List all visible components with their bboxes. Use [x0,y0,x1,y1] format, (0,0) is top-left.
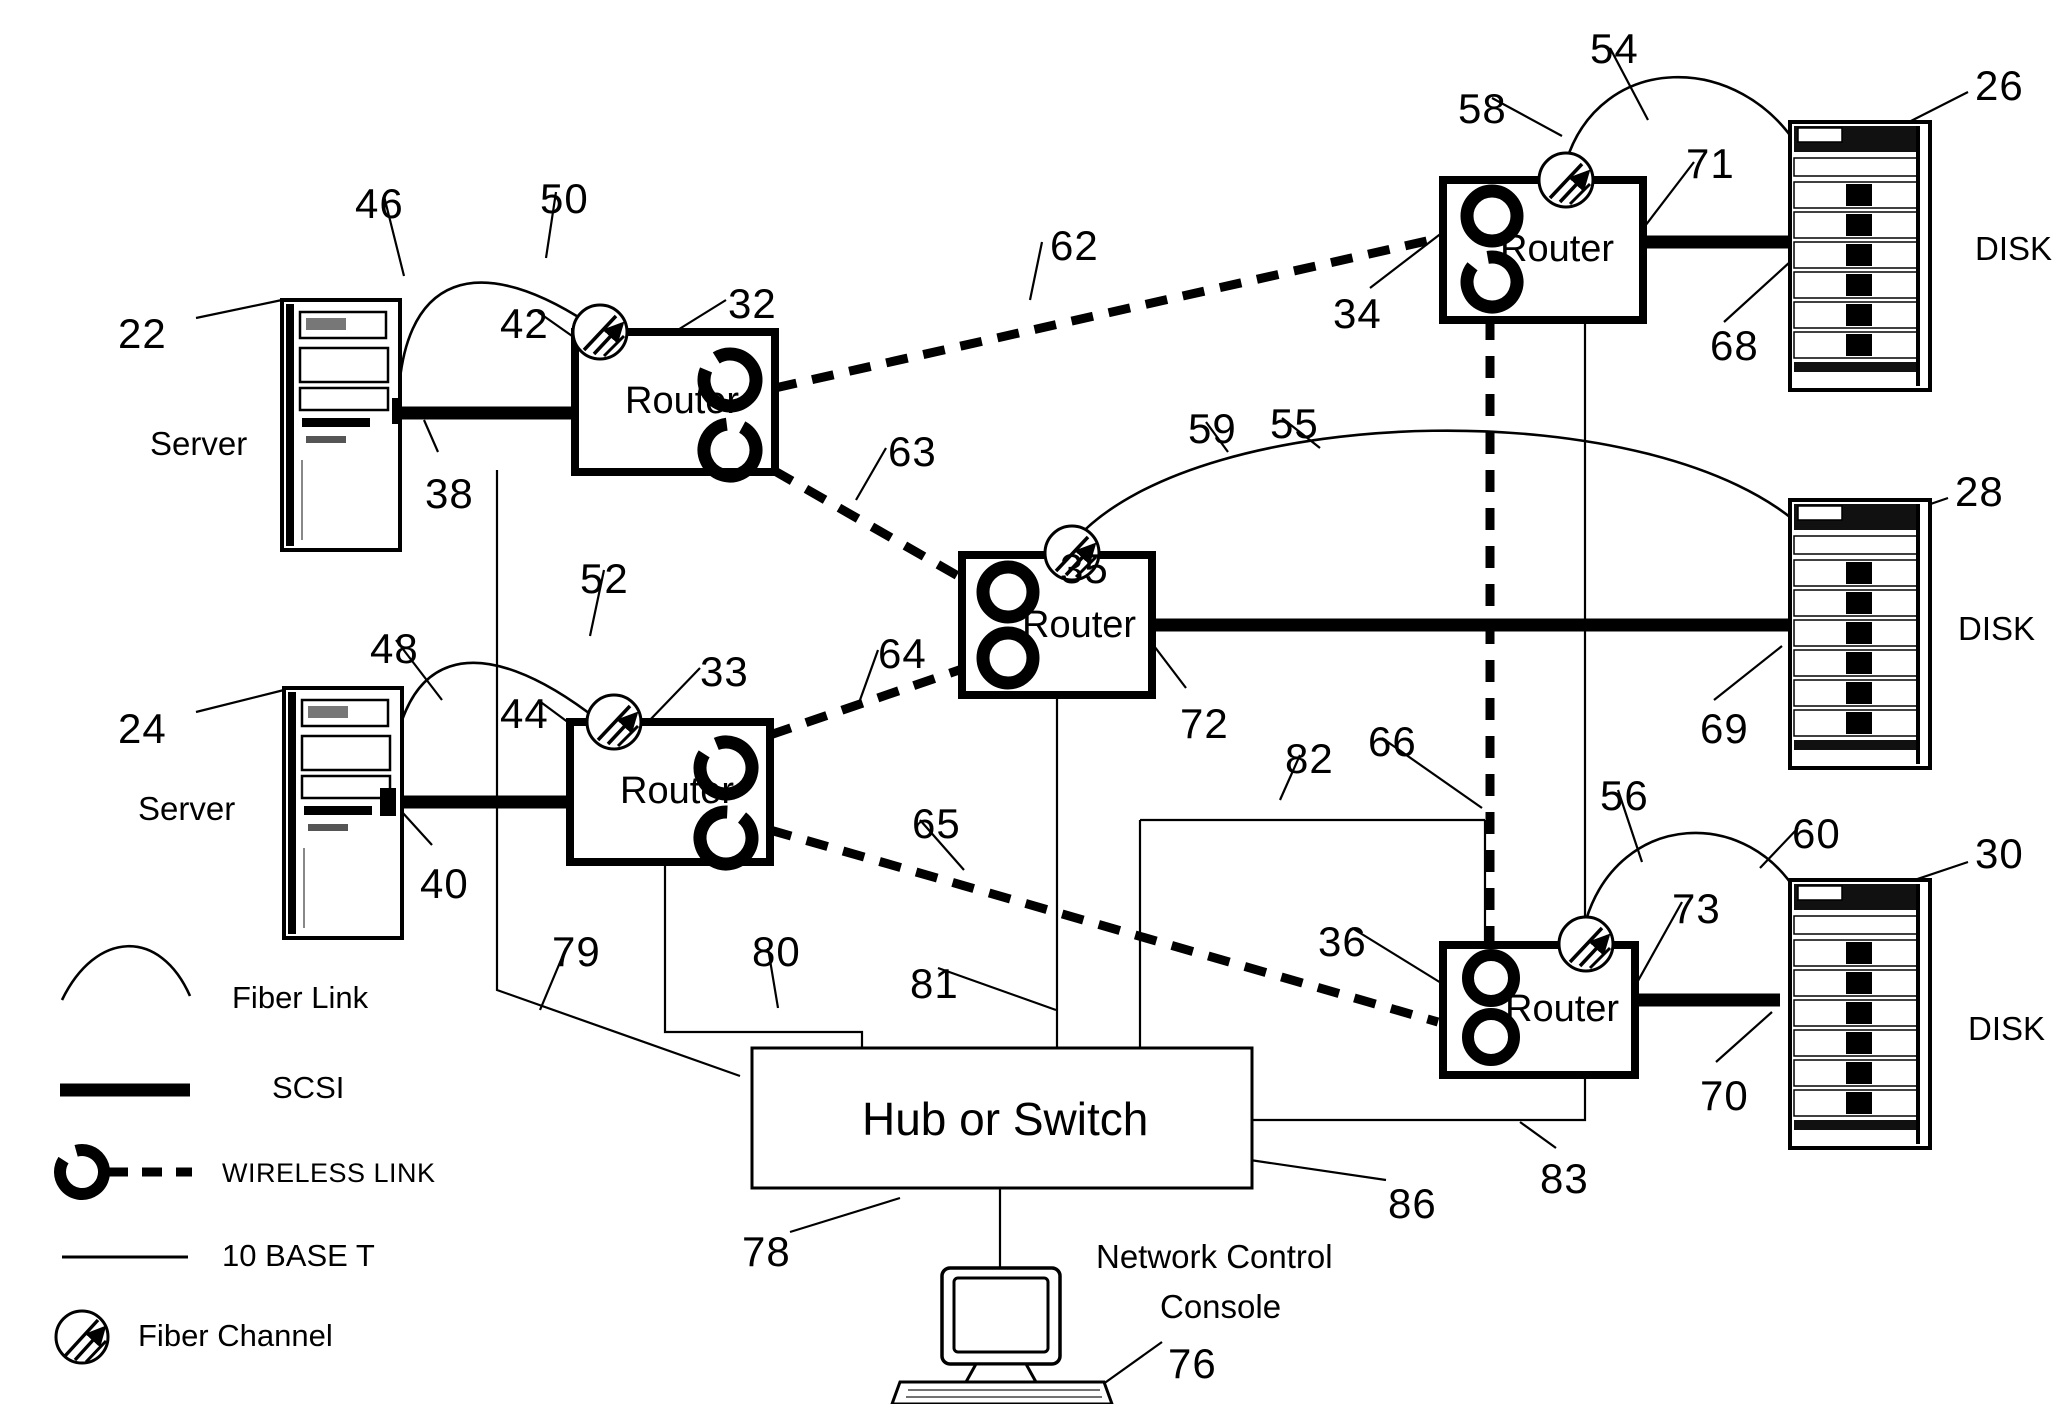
disk-array-26[interactable] [1788,120,1932,392]
reference-numeral-28: 28 [1955,468,2004,515]
disk-26-label: DISK [1975,230,2053,267]
reference-numeral-69: 69 [1700,705,1749,752]
reference-numeral-82: 82 [1285,735,1334,782]
reference-numeral-73: 73 [1672,885,1721,932]
reference-numeral-71: 71 [1686,140,1735,187]
disk-30-label: DISK [1968,1010,2046,1047]
reference-numeral-59: 59 [1188,405,1237,452]
reference-numeral-30: 30 [1975,830,2024,877]
reference-numeral-40: 40 [420,860,469,907]
reference-numeral-80: 80 [752,928,801,975]
reference-numeral-56: 56 [1600,772,1649,819]
disk-array-28[interactable] [1788,498,1932,770]
reference-numeral-64: 64 [878,630,927,677]
legend-fiber-arc-icon [60,945,192,1001]
reference-numeral-63: 63 [888,428,937,475]
disk-array-30[interactable] [1788,878,1932,1150]
reference-numeral-46: 46 [355,180,404,227]
legend-fiber-channel-icon [54,1309,110,1365]
fiber-channel-port-42 [571,303,629,361]
reference-numeral-58: 58 [1458,85,1507,132]
router-34-label: Router [1500,228,1615,270]
legend-label-fiber-channel: Fiber Channel [138,1318,333,1353]
legend-label-wireless-link: WIRELESS LINK [222,1158,436,1188]
router-33-label: Router [620,770,735,812]
reference-numeral-33: 33 [700,648,749,695]
disk-28-label: DISK [1958,610,2036,647]
legend-label-fiber-link: Fiber Link [232,980,369,1015]
reference-numeral-50: 50 [540,175,589,222]
reference-numeral-38: 38 [425,470,474,517]
reference-numeral-48: 48 [370,625,419,672]
router-36-label: Router [1505,988,1620,1030]
fiber-channel-port-58 [1537,151,1595,209]
reference-numeral-22: 22 [118,310,167,357]
reference-numeral-55: 55 [1270,400,1319,447]
server-24[interactable] [282,686,404,940]
reference-numeral-86: 86 [1388,1180,1437,1227]
legend-label-scsi: SCSI [272,1070,345,1105]
reference-numeral-81: 81 [910,960,959,1007]
reference-numeral-36: 36 [1318,918,1367,965]
reference-numeral-35: 35 [1060,545,1109,592]
legend-symbols [54,945,192,1365]
network-control-console[interactable] [890,1266,1114,1404]
reference-numeral-24: 24 [118,705,167,752]
reference-numeral-70: 70 [1700,1072,1749,1119]
patent-diagram: Router Router Router Router Router Hub o… [0,0,2067,1404]
reference-numeral-68: 68 [1710,322,1759,369]
console-label-line1: Network Control [1096,1238,1333,1275]
server-24-label: Server [138,790,236,827]
reference-numeral-60: 60 [1792,810,1841,857]
reference-numeral-62: 62 [1050,222,1099,269]
reference-numeral-72: 72 [1180,700,1229,747]
legend-wireless-antenna-icon [54,1144,110,1200]
router-35-label: Router [1022,604,1137,646]
reference-numeral-42: 42 [500,300,549,347]
fiber-channel-port-56 [1557,915,1615,973]
reference-numeral-78: 78 [742,1228,791,1275]
reference-numeral-76: 76 [1168,1340,1217,1387]
hub-label: Hub or Switch [862,1093,1149,1145]
reference-numeral-52: 52 [580,555,629,602]
server-22-label: Server [150,425,248,462]
router-32-label: Router [625,380,740,422]
console-label-line2: Console [1160,1288,1282,1325]
reference-numeral-44: 44 [500,690,549,737]
reference-numeral-32: 32 [728,280,777,327]
fiber-channel-port-44 [585,693,643,751]
reference-numeral-34: 34 [1333,290,1382,337]
reference-numeral-54: 54 [1590,25,1639,72]
reference-numeral-79: 79 [552,928,601,975]
reference-numeral-83: 83 [1540,1155,1589,1202]
diagram-vector-layer [54,47,1969,1404]
reference-numeral-26: 26 [1975,62,2024,109]
reference-numeral-66: 66 [1368,718,1417,765]
server-22[interactable] [280,298,402,552]
legend-label-10-base-t: 10 BASE T [222,1238,375,1273]
reference-numeral-65: 65 [912,800,961,847]
